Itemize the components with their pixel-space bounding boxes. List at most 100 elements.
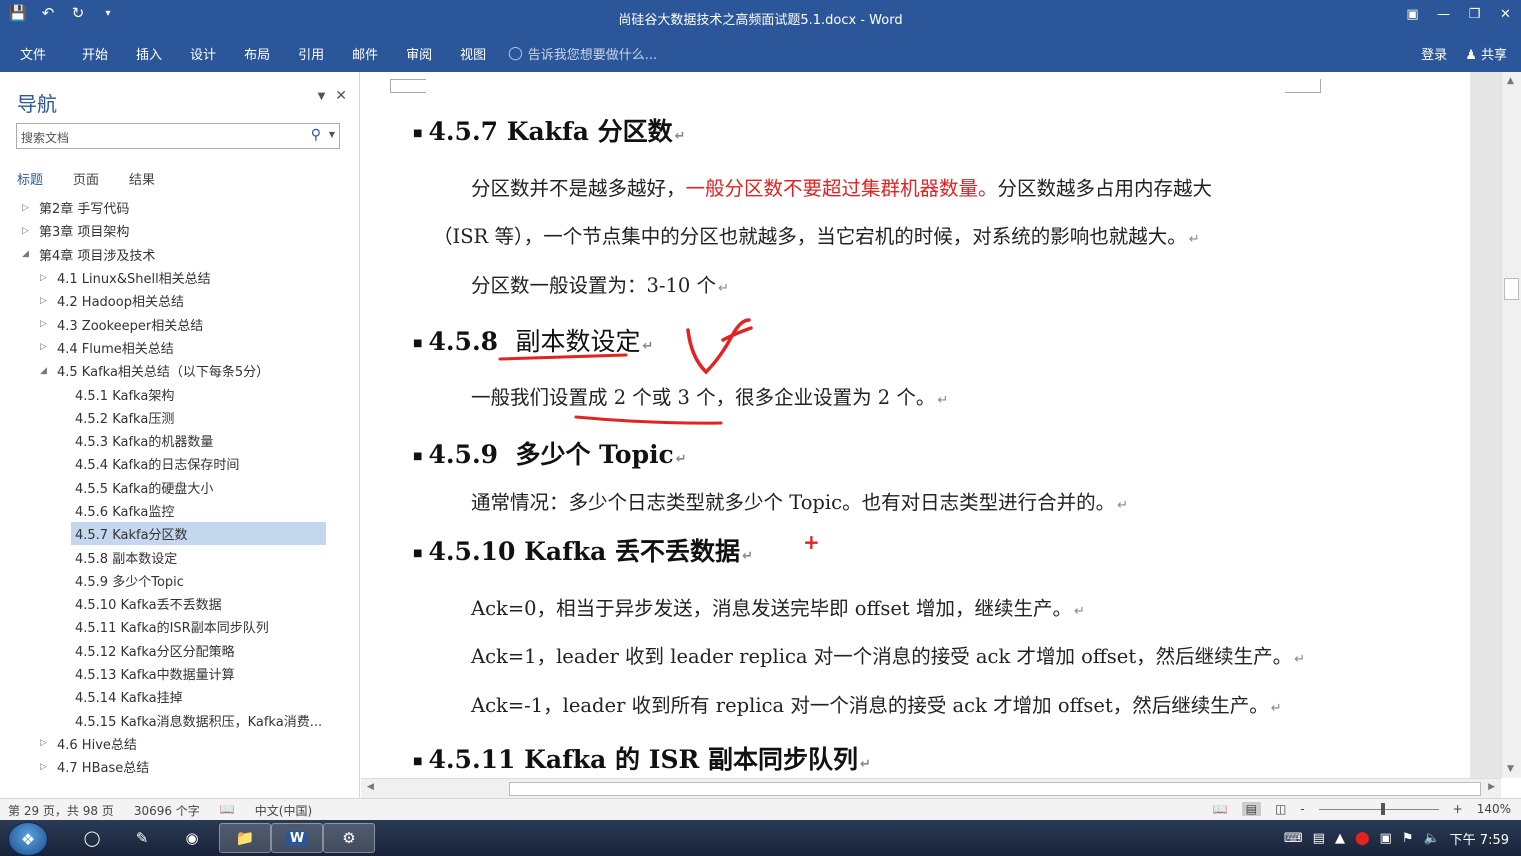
tab-review[interactable]: 审阅 — [392, 34, 446, 72]
paragraph-ack1[interactable]: Ack=1，leader 收到 leader replica 对一个消息的接受 … — [471, 640, 1305, 669]
tab-view[interactable]: 视图 — [446, 34, 500, 72]
tab-mailings[interactable]: 邮件 — [338, 34, 392, 72]
tab-file[interactable]: 文件 — [0, 34, 68, 72]
paragraph-ack-minus1[interactable]: Ack=-1，leader 收到所有 replica 对一个消息的接受 ack … — [471, 689, 1282, 718]
horizontal-scrollbar[interactable]: ◀ ▶ — [361, 778, 1501, 798]
expanded-arrow-icon[interactable]: ◢ — [40, 366, 47, 376]
nav-heading-item[interactable]: ▷ 第3章 项目架构 — [0, 219, 360, 242]
tab-home[interactable]: 开始 — [68, 34, 122, 72]
nav-heading-item[interactable]: 4.5.11 Kafka的ISR副本同步队列 — [0, 615, 360, 638]
tray-arrow-icon[interactable]: ▲ — [1335, 831, 1345, 846]
nav-heading-item[interactable]: ◢ 第4章 项目涉及技术 — [0, 243, 360, 266]
tell-me-box[interactable]: ◯ 告诉我您想要做什么... — [508, 44, 657, 63]
scroll-down-icon[interactable]: ▼ — [1507, 764, 1514, 774]
paragraph-topic[interactable]: 通常情况：多少个日志类型就多少个 Topic。也有对日志类型进行合并的。 ↵ — [471, 486, 1128, 515]
nav-heading-item[interactable]: ▷ 4.1 Linux&Shell相关总结 — [0, 266, 360, 289]
nav-heading-item[interactable]: 4.5.9 多少个Topic — [0, 569, 360, 592]
collapsed-arrow-icon[interactable]: ▷ — [40, 296, 47, 306]
nav-heading-item[interactable]: ▷ 4.3 Zookeeper相关总结 — [0, 312, 360, 335]
language-indicator[interactable]: 中文(中国) — [255, 802, 312, 819]
keyboard-icon[interactable]: ⌨ — [1284, 831, 1303, 846]
search-dropdown-icon[interactable]: ▼ — [329, 130, 335, 139]
explorer-icon[interactable]: 📁 — [219, 823, 271, 853]
heading-4-5-11[interactable]: ■ 4.5.11 Kafka 的 ISR 副本同步队列 ↵ — [413, 740, 871, 776]
nav-heading-item[interactable]: 4.5.14 Kafka挂掉 — [0, 685, 360, 708]
scroll-left-icon[interactable]: ◀ — [367, 782, 374, 792]
tab-design[interactable]: 设计 — [176, 34, 230, 72]
paragraph-partition-count[interactable]: 分区数并不是越多越好，一般分区数不要超过集群机器数量。分区数越多占用内存越大 — [471, 172, 1212, 201]
nav-heading-item[interactable]: 4.5.3 Kafka的机器数量 — [0, 429, 360, 452]
paragraph-partition-setting[interactable]: 分区数一般设置为：3-10 个 ↵ — [471, 269, 729, 298]
paragraph-ack0[interactable]: Ack=0，相当于异步发送，消息发送完毕即 offset 增加，继续生产。 ↵ — [471, 592, 1085, 621]
collapsed-arrow-icon[interactable]: ▷ — [40, 342, 47, 352]
tab-layout[interactable]: 布局 — [230, 34, 284, 72]
chrome-icon[interactable]: ◉ — [166, 823, 218, 853]
vertical-scrollbar[interactable]: ▲ ▼ — [1501, 72, 1521, 778]
nav-heading-item[interactable]: 4.5.15 Kafka消息数据积压，Kafka消费... — [0, 709, 360, 732]
paragraph-replica-setting[interactable]: 一般我们设置成 2 个或 3 个，很多企业设置为 2 个。 ↵ — [471, 381, 948, 410]
ie-icon[interactable]: ◯ — [66, 823, 118, 853]
share-button[interactable]: ♟ 共享 — [1465, 44, 1507, 63]
search-icon[interactable]: ⚲ — [311, 127, 321, 143]
web-layout-icon[interactable]: ◫ — [1275, 802, 1286, 816]
document-area[interactable]: ■ 4.5.7 Kakfa 分区数 ↵ 分区数并不是越多越好，一般分区数不要超过集群… — [361, 72, 1502, 778]
collapsed-arrow-icon[interactable]: ▷ — [40, 762, 47, 772]
heading-4-5-10[interactable]: ■ 4.5.10 Kafka 丢不丢数据 ↵ — [413, 532, 753, 568]
zoom-level[interactable]: 140% — [1477, 802, 1511, 816]
collapsed-arrow-icon[interactable]: ▷ — [40, 273, 47, 283]
flag-icon[interactable]: ⚑ — [1402, 831, 1414, 846]
page-count[interactable]: 第 29 页，共 98 页 — [8, 802, 114, 819]
close-icon[interactable]: ✕ — [1490, 0, 1521, 28]
signin-link[interactable]: 登录 — [1421, 44, 1447, 63]
record-icon[interactable]: ⬤ — [1355, 831, 1370, 846]
nav-heading-item[interactable]: ▷ 第2章 手写代码 — [0, 196, 360, 219]
nav-options-icon[interactable]: ▼ — [318, 91, 326, 104]
horizontal-scroll-thumb[interactable] — [509, 782, 1481, 796]
ribbon-display-icon[interactable]: ▣ — [1397, 0, 1428, 28]
search-input[interactable]: 搜索文档 ⚲ ▼ — [16, 123, 340, 149]
read-mode-icon[interactable]: 📖 — [1213, 802, 1228, 816]
collapsed-arrow-icon[interactable]: ▷ — [22, 226, 29, 236]
app-icon[interactable]: ⚙ — [323, 823, 375, 853]
nav-heading-item[interactable]: 4.5.13 Kafka中数据量计算 — [0, 662, 360, 685]
nav-heading-item[interactable]: ▷ 4.2 Hadoop相关总结 — [0, 289, 360, 312]
start-orb[interactable]: ❖ — [8, 822, 48, 856]
proofing-icon[interactable]: 📖 — [220, 802, 235, 819]
nav-heading-item[interactable]: 4.5.5 Kafka的硬盘大小 — [0, 476, 360, 499]
nav-heading-item[interactable]: 4.5.7 Kakfa分区数 — [0, 522, 326, 546]
nav-heading-item[interactable]: 4.5.6 Kafka监控 — [0, 499, 360, 522]
heading-4-5-7[interactable]: ■ 4.5.7 Kakfa 分区数 ↵ — [413, 112, 686, 148]
nav-heading-item[interactable]: ▷ 4.7 HBase总结 — [0, 755, 360, 778]
nav-heading-item[interactable]: 4.5.8 副本数设定 — [0, 545, 360, 568]
nav-heading-item[interactable]: 4.5.1 Kafka架构 — [0, 382, 360, 405]
print-layout-icon[interactable]: ▤ — [1241, 802, 1261, 816]
heading-4-5-9[interactable]: ■ 4.5.9 多少个 Topic ↵ — [413, 435, 687, 471]
collapsed-arrow-icon[interactable]: ▷ — [40, 738, 47, 748]
subtab-pages[interactable]: 页面 — [73, 169, 99, 188]
word-count[interactable]: 30696 个字 — [134, 802, 200, 819]
nav-close-icon[interactable]: ✕ — [335, 88, 347, 104]
minimize-icon[interactable]: — — [1428, 0, 1459, 28]
scroll-up-icon[interactable]: ▲ — [1507, 76, 1514, 86]
clock[interactable]: 下午 7:59 — [1450, 829, 1509, 848]
tab-insert[interactable]: 插入 — [122, 34, 176, 72]
network-icon[interactable]: ▤ — [1313, 831, 1325, 846]
volume-icon[interactable]: 🔈 — [1423, 831, 1439, 846]
restore-icon[interactable]: ❐ — [1459, 0, 1490, 28]
vertical-scroll-thumb[interactable] — [1504, 278, 1519, 300]
nav-heading-item[interactable]: 4.5.2 Kafka压测 — [0, 406, 360, 429]
subtab-results[interactable]: 结果 — [129, 169, 155, 188]
subtab-headings[interactable]: 标题 — [17, 169, 43, 188]
nav-heading-item[interactable]: 4.5.10 Kafka丢不丢数据 — [0, 592, 360, 615]
zoom-out-button[interactable]: - — [1300, 802, 1304, 816]
nav-heading-item[interactable]: 4.5.12 Kafka分区分配策略 — [0, 639, 360, 662]
expanded-arrow-icon[interactable]: ◢ — [22, 249, 29, 259]
monitor-icon[interactable]: ▣ — [1380, 831, 1392, 846]
nav-heading-item[interactable]: ▷ 4.6 Hive总结 — [0, 732, 360, 755]
nav-heading-item[interactable]: 4.5.4 Kafka的日志保存时间 — [0, 452, 360, 475]
zoom-knob[interactable] — [1380, 803, 1385, 815]
heading-4-5-8[interactable]: ■ 4.5.8 副本数设定 ↵ — [413, 322, 653, 358]
notepad-icon[interactable]: ✎ — [116, 823, 168, 853]
collapsed-arrow-icon[interactable]: ▷ — [22, 203, 29, 213]
nav-heading-item[interactable]: ▷ 4.4 Flume相关总结 — [0, 336, 360, 359]
